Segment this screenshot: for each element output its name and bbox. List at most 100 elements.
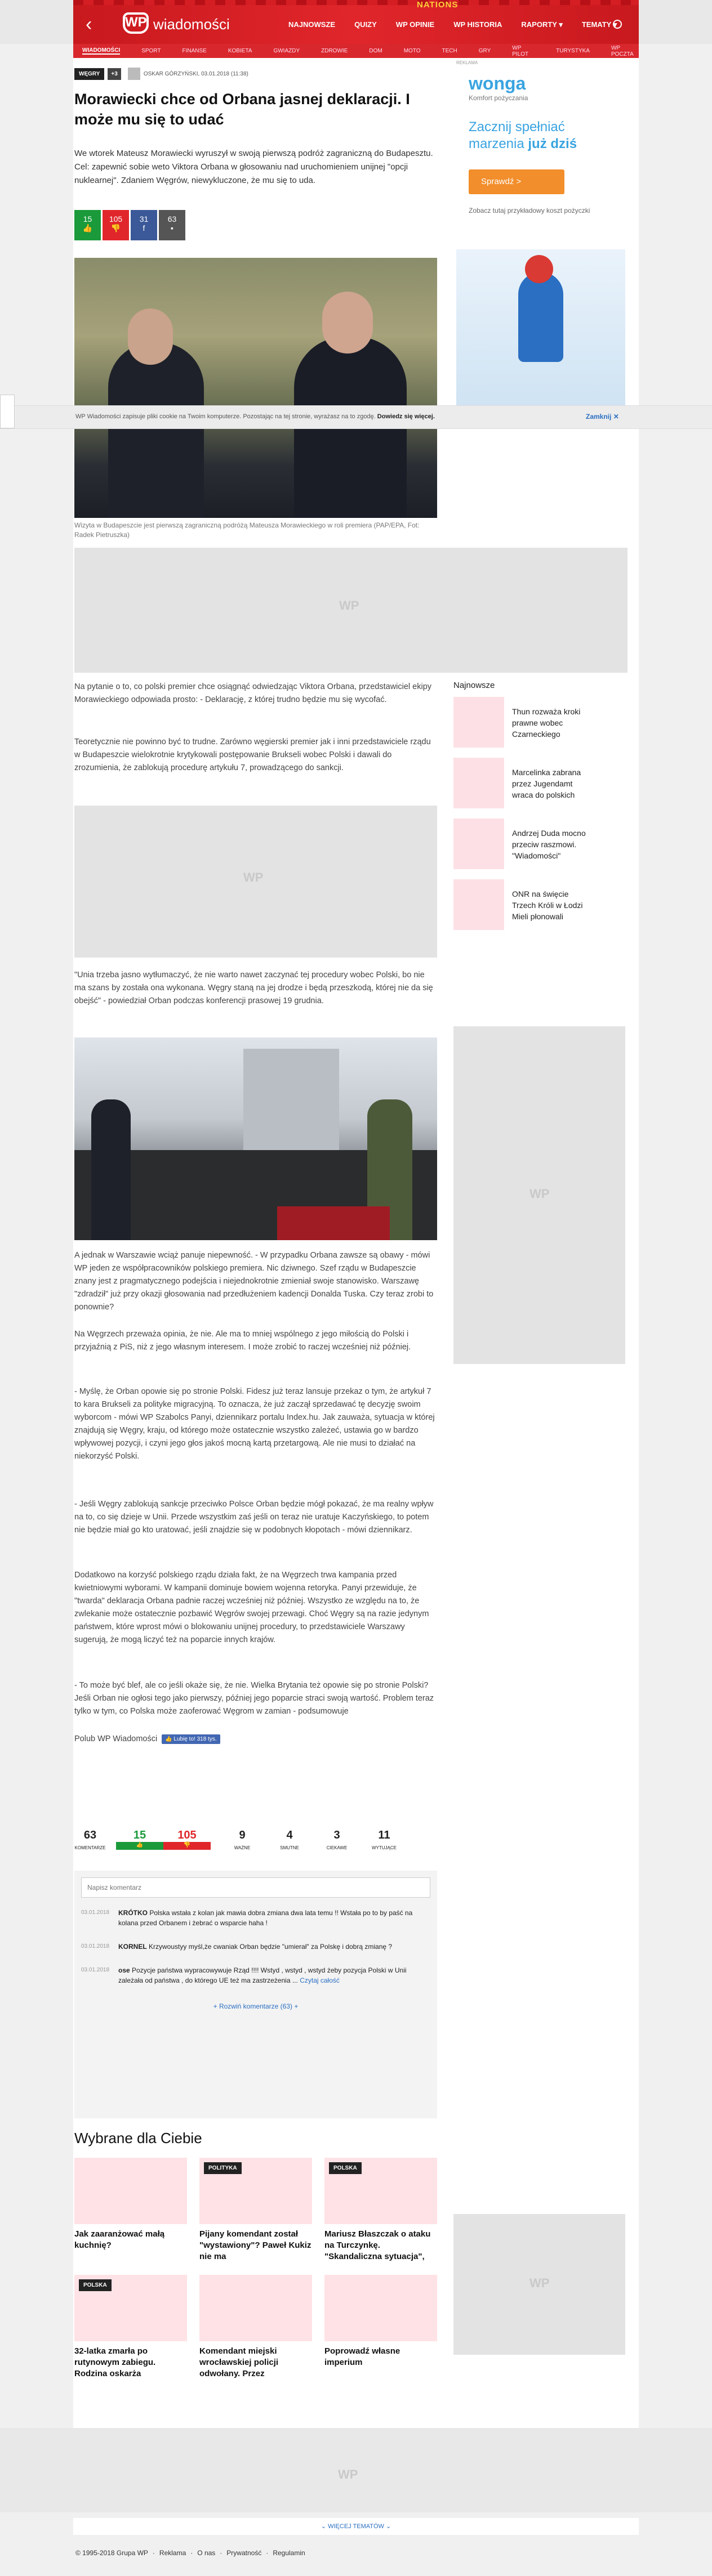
- paragraph: Dodatkowo na korzyść polskiego rządu dzi…: [74, 1571, 429, 1644]
- thumb: [453, 879, 504, 930]
- section-item[interactable]: FINANSE: [183, 48, 207, 54]
- recommended-card[interactable]: Komendant miejski wrocławskiej policji o…: [199, 2275, 312, 2380]
- more-topics-button[interactable]: ⌄ WIĘCEJ TEMATÓW ⌄: [73, 2518, 639, 2535]
- footer: WP ⌄ WIĘCEJ TEMATÓW ⌄ © 1995-2018 Grupa …: [0, 2428, 712, 2576]
- comments-button[interactable]: 63 ▪: [159, 210, 185, 240]
- main-photo: [74, 258, 437, 518]
- wp-placeholder-logo: WP: [339, 598, 359, 612]
- page-title: Morawiecki chce od Orbana jasnej deklara…: [74, 91, 410, 128]
- photo-building: [243, 1049, 339, 1150]
- read-more-link[interactable]: Czytaj całość: [300, 1976, 340, 1984]
- reaction-sad[interactable]: 4 SMUTNE: [274, 1826, 305, 1853]
- section-item[interactable]: DOM: [369, 48, 382, 54]
- side-tab[interactable]: [0, 395, 15, 428]
- reaction-other[interactable]: 11 WYTUJĄCE: [368, 1826, 400, 1853]
- topic-tag[interactable]: WĘGRY: [74, 68, 105, 80]
- arrow-left-icon[interactable]: ‹: [86, 15, 92, 34]
- thumbs-up-icon: 👍: [116, 1842, 163, 1850]
- sidebar-item-title: Thun rozważa kroki prawne wobec Czarneck…: [512, 707, 581, 739]
- section-item[interactable]: WIADOMOŚCI: [82, 47, 121, 55]
- sidebar-item[interactable]: ONR na święcie Trzech Króli w Łodzi Miel…: [453, 879, 622, 930]
- section-item[interactable]: TECH: [442, 48, 457, 54]
- nav-item[interactable]: TEMATY ▾: [582, 20, 617, 29]
- facebook-icon: f: [143, 223, 145, 232]
- comment-author[interactable]: KORNEL: [118, 1943, 147, 1951]
- ad-label: REKLAMA: [456, 60, 478, 65]
- promo-strip: [73, 0, 639, 5]
- article-lead: We wtorek Mateusz Morawiecki wyruszył w …: [74, 149, 433, 185]
- topic-tag-count[interactable]: +3: [108, 68, 121, 80]
- section-item[interactable]: MOTO: [404, 48, 421, 54]
- reaction-interesting[interactable]: 3 CIEKAWE: [321, 1826, 353, 1853]
- paragraph: - Myślę, że Orban opowie się po stronie …: [74, 1387, 435, 1461]
- wp-placeholder-logo: WP: [529, 2276, 550, 2290]
- comment-icon: ▪: [171, 223, 173, 232]
- ad-cta-button[interactable]: Sprawdź >: [469, 169, 564, 194]
- comment-input[interactable]: [81, 1877, 430, 1898]
- ad-foot: Zobacz tutaj przykładowy koszt pożyczki: [469, 207, 590, 214]
- photo-face: [128, 308, 173, 365]
- section-item[interactable]: GRY: [479, 48, 491, 54]
- footer-link[interactable]: Prywatność: [226, 2549, 261, 2557]
- sidebar-item[interactable]: Marcelinka zabrana przez Jugendamt wraca…: [453, 758, 622, 808]
- nav-item[interactable]: QUIZY: [354, 20, 377, 29]
- close-icon[interactable]: ✕: [613, 413, 619, 421]
- comment: 03.01.2018 ose Pozycje państwa wypracowy…: [81, 1965, 430, 1985]
- ceremony-photo: [74, 1037, 437, 1240]
- promo-text: NATIONS: [417, 0, 459, 10]
- wonga-ad[interactable]: REKLAMA wonga Komfort pożyczania Zacznij…: [456, 58, 625, 407]
- comment-author[interactable]: ose: [118, 1966, 130, 1974]
- sidebar-item[interactable]: Andrzej Duda mocno przeciw raszmowi. "Wi…: [453, 819, 622, 869]
- thumbs-up-icon: 👍: [82, 223, 93, 232]
- recommended-card[interactable]: Jak zaaranżować małą kuchnię?: [74, 2158, 187, 2262]
- reaction-dislike[interactable]: 105 👎: [163, 1826, 211, 1853]
- comment-date: 03.01.2018: [81, 1909, 110, 1916]
- ad-helmet: [525, 255, 553, 283]
- card-title: Pijany komendant został "wystawiony"? Pa…: [199, 2229, 312, 2261]
- comment-date: 03.01.2018: [81, 1967, 110, 1973]
- card-image: [324, 2275, 437, 2341]
- nav-item[interactable]: NAJNOWSZE: [288, 20, 335, 29]
- cookie-link[interactable]: Dowiedz się więcej.: [377, 413, 435, 420]
- like-button[interactable]: 15 👍: [74, 210, 101, 240]
- cookie-close-button[interactable]: Zamknij ✕: [586, 413, 619, 421]
- recommended-card[interactable]: POLSKA Mariusz Błaszczak o ataku na Turcz…: [324, 2158, 437, 2262]
- recommended-card[interactable]: POLSKA 32-latka zmarła po rutynowym zabie…: [74, 2275, 187, 2380]
- section-item[interactable]: GWIAZDY: [273, 48, 300, 54]
- sidebar-item-title: Marcelinka zabrana przez Jugendamt wraca…: [512, 768, 581, 799]
- reaction-like[interactable]: 15 👍: [116, 1826, 163, 1853]
- thumb: [453, 758, 504, 808]
- card-image: POLITYKA: [199, 2158, 312, 2224]
- expand-comments[interactable]: + Rozwiń komentarze (63) +: [81, 2002, 430, 2010]
- reaction-important[interactable]: 9 WAŻNE: [226, 1826, 258, 1853]
- section-item[interactable]: TURYSTYKA: [556, 48, 590, 54]
- paragraph: Na pytanie o to, co polski premier chce …: [74, 682, 432, 704]
- comment-author[interactable]: KRÓTKO: [118, 1909, 148, 1917]
- section-item[interactable]: KOBIETA: [228, 48, 252, 54]
- footer-link[interactable]: O nas: [197, 2549, 215, 2557]
- fb-like-button[interactable]: 👍 Lubię to! 318 tys.: [162, 1734, 220, 1744]
- footer-link[interactable]: Regulamin: [273, 2549, 305, 2557]
- ad-placeholder: WP: [453, 1026, 625, 1364]
- facebook-share-button[interactable]: 31 f: [131, 210, 157, 240]
- section-item[interactable]: WP POCZTA: [611, 45, 639, 57]
- section-item[interactable]: WP PILOT: [512, 45, 535, 57]
- recommended-card[interactable]: POLITYKA Pijany komendant został "wystawi…: [199, 2158, 312, 2262]
- brand-name[interactable]: wiadomości: [153, 16, 230, 33]
- section-item[interactable]: SPORT: [141, 48, 161, 54]
- wp-logo[interactable]: WP: [123, 12, 149, 34]
- article-meta: WĘGRY +3 OSKAR GÓRZYŃSKI, 03.01.2018 (11…: [74, 68, 248, 80]
- nav-item[interactable]: RAPORTY ▾: [521, 20, 562, 29]
- ad-placeholder: WP: [453, 2214, 625, 2355]
- reaction-comments[interactable]: 63 KOMENTARZE: [74, 1826, 106, 1853]
- dislike-button[interactable]: 105 👎: [103, 210, 129, 240]
- nav-item[interactable]: WP OPINIE: [396, 20, 434, 29]
- sidebar-item[interactable]: Thun rozważa kroki prawne wobec Czarneck…: [453, 697, 622, 748]
- card-title: 32-latka zmarła po rutynowym zabiegu. Ro…: [74, 2346, 156, 2378]
- recommended-card[interactable]: Poprowadź własne imperium: [324, 2275, 437, 2380]
- share-bar: 15 👍 105 👎 31 f 63 ▪: [74, 210, 187, 240]
- footer-link[interactable]: Reklama: [159, 2549, 186, 2557]
- nav-item[interactable]: WP HISTORIA: [453, 20, 502, 29]
- section-item[interactable]: ZDROWIE: [321, 48, 348, 54]
- search-icon[interactable]: [613, 20, 622, 29]
